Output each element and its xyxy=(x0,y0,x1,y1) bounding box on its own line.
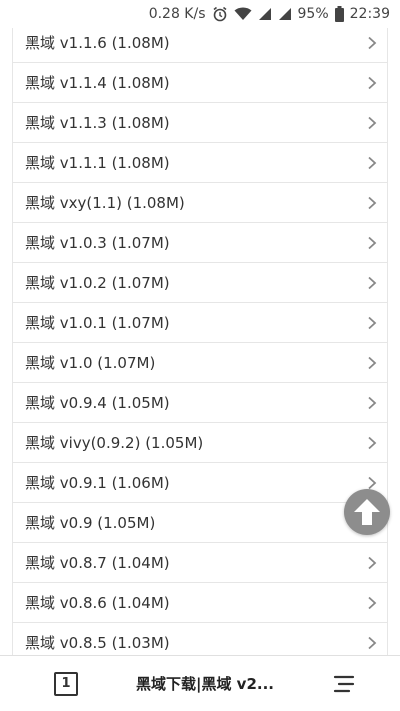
chevron-right-icon xyxy=(367,596,377,610)
version-label: 黑域 v0.8.6 (1.04M) xyxy=(25,594,170,612)
chevron-right-icon xyxy=(367,476,377,490)
version-list-item[interactable]: 黑域 v1.1.1 (1.08M) xyxy=(13,143,387,183)
version-label: 黑域 vxy(1.1) (1.08M) xyxy=(25,194,185,212)
version-label: 黑域 v1.1.1 (1.08M) xyxy=(25,154,170,172)
version-label: 黑域 v0.9.1 (1.06M) xyxy=(25,474,170,492)
wifi-icon xyxy=(234,7,252,21)
version-list-item[interactable]: 黑域 v1.1.6 (1.08M) xyxy=(13,23,387,63)
chevron-right-icon xyxy=(367,36,377,50)
arrow-up-icon xyxy=(353,497,381,527)
version-label: 黑域 v0.8.7 (1.04M) xyxy=(25,554,170,572)
chevron-right-icon xyxy=(367,116,377,130)
browser-bottom-bar: 1 黑域下载|黑域 v2... xyxy=(0,655,400,711)
version-list-item[interactable]: 黑域 v1.0.3 (1.07M) xyxy=(13,223,387,263)
chevron-right-icon xyxy=(367,636,377,650)
version-list-item[interactable]: 黑域 v1.0.2 (1.07M) xyxy=(13,263,387,303)
version-list-item[interactable]: 黑域 v1.1.4 (1.08M) xyxy=(13,63,387,103)
battery-percent: 95% xyxy=(297,6,329,22)
signal-icon xyxy=(258,7,272,21)
version-label: 黑域 v1.0.3 (1.07M) xyxy=(25,234,170,252)
version-list-item[interactable]: 黑域 vivy(0.9.2) (1.05M) xyxy=(13,423,387,463)
version-list-item[interactable]: 黑域 v0.8.6 (1.04M) xyxy=(13,583,387,623)
version-label: 黑域 vivy(0.9.2) (1.05M) xyxy=(25,434,204,452)
version-list-item[interactable]: 黑域 v1.0 (1.07M) xyxy=(13,343,387,383)
version-label: 黑域 v1.0.2 (1.07M) xyxy=(25,274,170,292)
signal-icon xyxy=(278,7,292,21)
page-title[interactable]: 黑域下载|黑域 v2... xyxy=(136,673,274,694)
chevron-right-icon xyxy=(367,236,377,250)
scroll-to-top-button[interactable] xyxy=(344,489,390,535)
chevron-right-icon xyxy=(367,316,377,330)
version-list: 黑域 v1.1.6 (1.08M) 黑域 v1.1.4 (1.08M) 黑域 v1.… xyxy=(12,23,388,655)
version-list-item[interactable]: 黑域 v0.9.4 (1.05M) xyxy=(13,383,387,423)
version-list-item[interactable]: 黑域 v0.9 (1.05M) xyxy=(13,503,387,543)
chevron-right-icon xyxy=(367,356,377,370)
chevron-right-icon xyxy=(367,76,377,90)
version-label: 黑域 v0.9.4 (1.05M) xyxy=(25,394,170,412)
status-bar: 0.28 K/s 95% 22:39 xyxy=(0,0,400,28)
chevron-right-icon xyxy=(367,396,377,410)
net-speed: 0.28 K/s xyxy=(148,6,206,22)
version-list-item[interactable]: 黑域 v0.8.7 (1.04M) xyxy=(13,543,387,583)
version-list-item[interactable]: 黑域 v0.8.5 (1.03M) xyxy=(13,623,387,655)
chevron-right-icon xyxy=(367,196,377,210)
tab-switcher-button[interactable]: 1 xyxy=(54,671,78,696)
chevron-right-icon xyxy=(367,156,377,170)
battery-icon xyxy=(334,6,344,22)
version-list-item[interactable]: 黑域 v1.0.1 (1.07M) xyxy=(13,303,387,343)
version-list-item[interactable]: 黑域 v1.1.3 (1.08M) xyxy=(13,103,387,143)
chevron-right-icon xyxy=(367,436,377,450)
version-label: 黑域 v0.8.5 (1.03M) xyxy=(25,634,170,652)
version-label: 黑域 v1.1.3 (1.08M) xyxy=(25,114,170,132)
version-label: 黑域 v1.1.4 (1.08M) xyxy=(25,74,170,92)
version-list-item[interactable]: 黑域 v0.9.1 (1.06M) xyxy=(13,463,387,503)
chevron-right-icon xyxy=(367,556,377,570)
alarm-icon xyxy=(212,6,228,22)
version-label: 黑域 v1.0 (1.07M) xyxy=(25,354,156,372)
menu-icon[interactable] xyxy=(332,674,356,694)
clock: 22:39 xyxy=(349,6,390,22)
version-label: 黑域 v1.1.6 (1.08M) xyxy=(25,34,170,52)
version-label: 黑域 v1.0.1 (1.07M) xyxy=(25,314,170,332)
version-label: 黑域 v0.9 (1.05M) xyxy=(25,514,156,532)
version-list-item[interactable]: 黑域 vxy(1.1) (1.08M) xyxy=(13,183,387,223)
chevron-right-icon xyxy=(367,276,377,290)
